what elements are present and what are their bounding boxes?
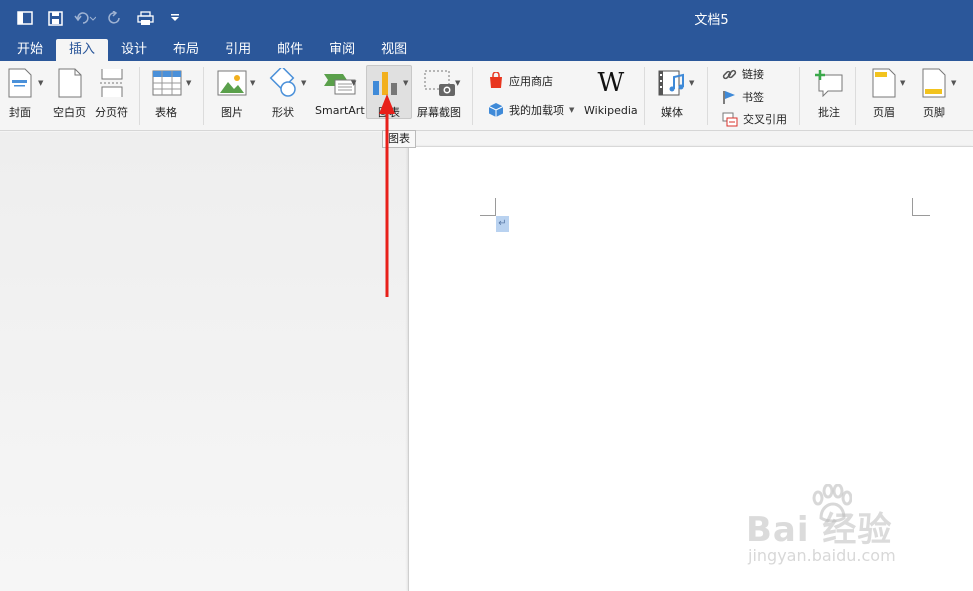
picture-button[interactable]: 图片 — [217, 67, 247, 120]
tab-review[interactable]: 审阅 — [316, 39, 368, 61]
shapes-icon — [268, 67, 298, 99]
media-dropdown-icon[interactable]: ▼ — [689, 79, 694, 87]
smartart-dropdown-icon[interactable]: ▼ — [351, 79, 356, 87]
cover-dropdown-icon[interactable]: ▼ — [38, 79, 43, 87]
baidu-watermark: Bai 经验 jingyan.baidu.com — [746, 484, 936, 574]
cross-reference-button[interactable]: 交叉引用 — [722, 111, 787, 127]
table-dropdown-icon[interactable]: ▼ — [186, 79, 191, 87]
addins-cube-icon — [488, 103, 504, 117]
header-button[interactable]: 页眉 — [872, 67, 896, 120]
cross-reference-icon — [722, 112, 738, 126]
cover-button[interactable]: 封面 — [8, 67, 32, 120]
bookmark-button[interactable]: 书签 — [722, 89, 764, 105]
comment-icon — [814, 67, 844, 99]
tab-insert[interactable]: 插入 — [56, 39, 109, 61]
ribbon-separator — [707, 67, 708, 125]
footer-dropdown-icon[interactable]: ▼ — [951, 79, 956, 87]
screenshot-button[interactable]: 屏幕截图 — [417, 67, 461, 120]
ribbon-tabs: 开始 插入 设计 布局 引用 邮件 审阅 视图 — [0, 37, 973, 61]
store-bag-icon — [490, 72, 502, 88]
footer-button[interactable]: 页脚 — [922, 67, 946, 120]
cover-page-icon — [8, 67, 32, 99]
page-break-button[interactable]: 分页符 — [95, 67, 128, 120]
tab-layout[interactable]: 布局 — [160, 39, 212, 61]
picture-icon — [217, 67, 247, 99]
sidebar-pane — [0, 132, 408, 591]
table-icon — [152, 67, 182, 99]
ribbon-separator — [855, 67, 856, 125]
screenshot-icon — [423, 67, 457, 99]
margin-corner-top-right — [912, 198, 930, 216]
chart-dropdown-icon[interactable]: ▼ — [403, 79, 408, 87]
paragraph-mark: ↵ — [496, 216, 509, 232]
media-icon — [658, 67, 686, 99]
tab-design[interactable]: 设计 — [108, 39, 160, 61]
title-bar: 文档5 — [0, 0, 973, 37]
ribbon-separator — [139, 67, 140, 125]
ribbon-separator — [472, 67, 473, 125]
picture-dropdown-icon[interactable]: ▼ — [250, 79, 255, 87]
comment-button[interactable]: 批注 — [814, 67, 844, 120]
tab-view[interactable]: 视图 — [368, 39, 420, 61]
ribbon-separator — [644, 67, 645, 125]
my-addins-button[interactable]: 我的加载项 ▼ — [488, 102, 574, 118]
blank-page-icon — [58, 67, 82, 99]
link-button[interactable]: 链接 — [722, 66, 764, 82]
footer-icon — [922, 67, 946, 99]
ribbon-separator — [203, 67, 204, 125]
document-title: 文档5 — [694, 13, 729, 28]
bookmark-flag-icon — [723, 90, 735, 104]
tab-home[interactable]: 开始 — [4, 39, 56, 61]
table-button[interactable]: 表格 — [152, 67, 182, 120]
tab-mailings[interactable]: 邮件 — [264, 39, 316, 61]
screenshot-dropdown-icon[interactable]: ▼ — [455, 79, 460, 87]
page-break-icon — [99, 67, 125, 99]
tab-references[interactable]: 引用 — [212, 39, 264, 61]
margin-corner-top-left — [480, 198, 496, 216]
smartart-button[interactable]: SmartArt — [315, 67, 365, 117]
wikipedia-icon: W — [597, 68, 625, 98]
ribbon-separator — [799, 67, 800, 125]
addins-dropdown-icon[interactable]: ▼ — [569, 106, 574, 114]
link-chain-icon — [722, 69, 737, 79]
wikipedia-button[interactable]: W Wikipedia — [584, 67, 638, 117]
shape-button[interactable]: 形状 — [268, 67, 298, 120]
shape-dropdown-icon[interactable]: ▼ — [301, 79, 306, 87]
header-icon — [872, 67, 896, 99]
ribbon-insert: 封面 ▼ 空白页 分页符 表格 ▼ 图片 ▼ 形状 ▼ SmartArt ▼ ▼… — [0, 61, 973, 131]
header-dropdown-icon[interactable]: ▼ — [900, 79, 905, 87]
blank-page-button[interactable]: 空白页 — [53, 67, 86, 120]
media-button[interactable]: 媒体 — [658, 67, 686, 120]
app-store-button[interactable]: 应用商店 — [488, 72, 553, 89]
red-arrow-icon — [379, 94, 395, 297]
